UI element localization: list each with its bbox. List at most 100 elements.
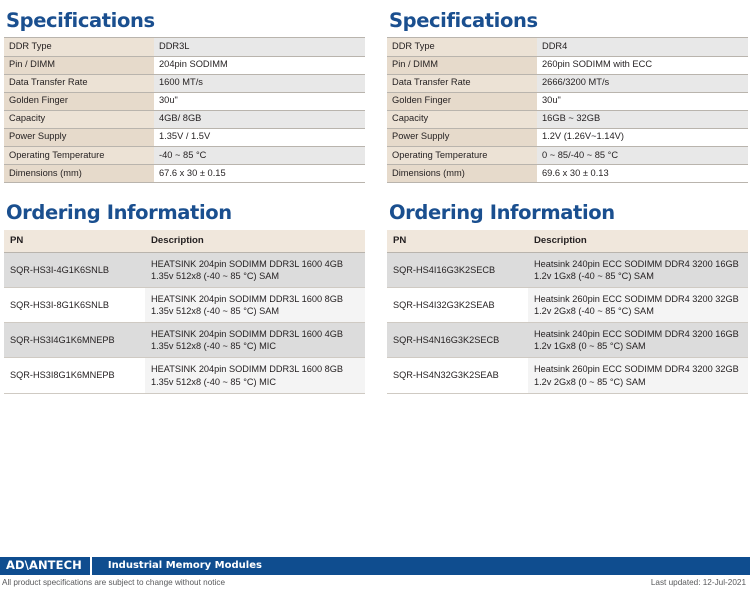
order-description: HEATSINK 204pin SODIMM DDR3L 1600 8GB 1.… (145, 357, 365, 394)
column-header-description: Description (528, 229, 748, 253)
spec-value: 204pin SODIMM (154, 56, 365, 75)
footer-last-updated: Last updated: 12-Jul-2021 (650, 578, 746, 587)
order-description: Heatsink 240pin ECC SODIMM DDR4 3200 16G… (528, 322, 748, 359)
table-row: SQR-HS4I32G3K2SEAB Heatsink 260pin ECC S… (387, 287, 748, 324)
spec-label: Pin / DIMM (387, 56, 537, 75)
table-row: Data Transfer Rate 2666/3200 MT/s (387, 74, 748, 93)
spec-value: 67.6 x 30 ± 0.15 (154, 164, 365, 183)
table-row: Operating Temperature 0 ~ 85/-40 ~ 85 °C (387, 146, 748, 165)
spec-label: Power Supply (387, 128, 537, 147)
order-pn: SQR-HS3I4G1K6MNEPB (4, 322, 145, 359)
spec-value: 0 ~ 85/-40 ~ 85 °C (537, 146, 748, 165)
order-description: Heatsink 260pin ECC SODIMM DDR4 3200 32G… (528, 287, 748, 324)
spec-value: 30u" (154, 92, 365, 111)
spec-label: DDR Type (4, 37, 154, 57)
spec-value: DDR4 (537, 37, 748, 57)
spec-body-left: DDR Type DDR3L Pin / DIMM 204pin SODIMM … (4, 37, 365, 183)
two-column-layout: Specifications DDR Type DDR3L Pin / DIMM… (0, 0, 750, 394)
table-row: SQR-HS4N32G3K2SEAB Heatsink 260pin ECC S… (387, 357, 748, 394)
spec-value: 2666/3200 MT/s (537, 74, 748, 93)
order-pn: SQR-HS4I32G3K2SEAB (387, 287, 528, 324)
table-row: SQR-HS3I8G1K6MNEPB HEATSINK 204pin SODIM… (4, 357, 365, 394)
ordering-body-right: SQR-HS4I16G3K2SECB Heatsink 240pin ECC S… (387, 252, 748, 394)
advantech-logo: AD\ANTECH (0, 557, 92, 575)
ordering-body-left: SQR-HS3I-4G1K6SNLB HEATSINK 204pin SODIM… (4, 252, 365, 394)
spec-value: 16GB ~ 32GB (537, 110, 748, 129)
page-title-right: Specifications (389, 9, 538, 32)
ordering-information-title: Ordering Information (6, 201, 232, 225)
order-description: Heatsink 240pin ECC SODIMM DDR4 3200 16G… (528, 252, 748, 288)
table-row: Dimensions (mm) 67.6 x 30 ± 0.15 (4, 164, 365, 183)
page-title: Specifications (6, 9, 155, 32)
table-row: Pin / DIMM 204pin SODIMM (4, 56, 365, 75)
page-footer: AD\ANTECH Industrial Memory Modules All … (0, 557, 750, 591)
column-left: Specifications DDR Type DDR3L Pin / DIMM… (4, 0, 365, 394)
spec-label: Golden Finger (4, 92, 154, 111)
spec-value: 1.35V / 1.5V (154, 128, 365, 147)
table-row: SQR-HS4I16G3K2SECB Heatsink 240pin ECC S… (387, 252, 748, 288)
spec-label: Operating Temperature (4, 146, 154, 165)
table-row: DDR Type DDR3L (4, 37, 365, 57)
spec-value: -40 ~ 85 °C (154, 146, 365, 165)
column-header-pn: PN (387, 229, 528, 253)
order-description: HEATSINK 204pin SODIMM DDR3L 1600 4GB 1.… (145, 252, 365, 288)
ordering-table-right: PN Description SQR-HS4I16G3K2SECB Heatsi… (387, 229, 748, 394)
spec-label: Power Supply (4, 128, 154, 147)
spec-value: 1600 MT/s (154, 74, 365, 93)
table-row: SQR-HS3I-4G1K6SNLB HEATSINK 204pin SODIM… (4, 252, 365, 288)
ordering-header-left: PN Description (4, 229, 365, 253)
table-row: SQR-HS3I-8G1K6SNLB HEATSINK 204pin SODIM… (4, 287, 365, 324)
footer-product-family-title: Industrial Memory Modules (107, 560, 262, 571)
table-row: Golden Finger 30u" (387, 92, 748, 111)
column-header-description: Description (145, 229, 365, 253)
spec-label: Data Transfer Rate (4, 74, 154, 93)
footer-note: All product specifications are subject t… (0, 575, 750, 591)
specifications-table-right: DDR Type DDR4 Pin / DIMM 260pin SODIMM w… (387, 37, 748, 183)
ordering-table-left: PN Description SQR-HS3I-4G1K6SNLB HEATSI… (4, 229, 365, 394)
spec-label: DDR Type (387, 37, 537, 57)
spec-value: 4GB/ 8GB (154, 110, 365, 129)
spec-value: DDR3L (154, 37, 365, 57)
footer-disclaimer: All product specifications are subject t… (2, 578, 226, 587)
order-pn: SQR-HS3I8G1K6MNEPB (4, 357, 145, 394)
spec-label: Data Transfer Rate (387, 74, 537, 93)
specifications-table-left: DDR Type DDR3L Pin / DIMM 204pin SODIMM … (4, 37, 365, 183)
table-row: Capacity 4GB/ 8GB (4, 110, 365, 129)
order-pn: SQR-HS4I16G3K2SECB (387, 252, 528, 288)
table-header-row: PN Description (387, 229, 748, 253)
spec-label: Dimensions (mm) (387, 164, 537, 183)
table-row: SQR-HS3I4G1K6MNEPB HEATSINK 204pin SODIM… (4, 322, 365, 359)
column-header-pn: PN (4, 229, 145, 253)
column-right: Specifications DDR Type DDR4 Pin / DIMM … (387, 0, 748, 394)
spec-body-right: DDR Type DDR4 Pin / DIMM 260pin SODIMM w… (387, 37, 748, 183)
table-row: Operating Temperature -40 ~ 85 °C (4, 146, 365, 165)
spec-value: 30u" (537, 92, 748, 111)
advantech-logo-text: AD\ANTECH (6, 558, 82, 573)
table-row: Golden Finger 30u" (4, 92, 365, 111)
table-row: Capacity 16GB ~ 32GB (387, 110, 748, 129)
table-row: Power Supply 1.2V (1.26V~1.14V) (387, 128, 748, 147)
spec-value: 260pin SODIMM with ECC (537, 56, 748, 75)
order-pn: SQR-HS4N16G3K2SECB (387, 322, 528, 359)
table-row: DDR Type DDR4 (387, 37, 748, 57)
order-description: Heatsink 260pin ECC SODIMM DDR4 3200 32G… (528, 357, 748, 394)
order-pn: SQR-HS3I-8G1K6SNLB (4, 287, 145, 324)
table-row: Dimensions (mm) 69.6 x 30 ± 0.13 (387, 164, 748, 183)
table-header-row: PN Description (4, 229, 365, 253)
table-row: Data Transfer Rate 1600 MT/s (4, 74, 365, 93)
order-description: HEATSINK 204pin SODIMM DDR3L 1600 4GB 1.… (145, 322, 365, 359)
table-row: Power Supply 1.35V / 1.5V (4, 128, 365, 147)
spec-label: Capacity (387, 110, 537, 129)
order-pn: SQR-HS4N32G3K2SEAB (387, 357, 528, 394)
order-pn: SQR-HS3I-4G1K6SNLB (4, 252, 145, 288)
ordering-header-right: PN Description (387, 229, 748, 253)
table-row: SQR-HS4N16G3K2SECB Heatsink 240pin ECC S… (387, 322, 748, 359)
spec-label: Dimensions (mm) (4, 164, 154, 183)
datasheet-page: Specifications DDR Type DDR3L Pin / DIMM… (0, 0, 750, 591)
spec-label: Pin / DIMM (4, 56, 154, 75)
table-row: Pin / DIMM 260pin SODIMM with ECC (387, 56, 748, 75)
footer-bar: AD\ANTECH Industrial Memory Modules (0, 557, 750, 575)
ordering-information-title-right: Ordering Information (389, 201, 615, 225)
spec-value: 69.6 x 30 ± 0.13 (537, 164, 748, 183)
spec-label: Capacity (4, 110, 154, 129)
